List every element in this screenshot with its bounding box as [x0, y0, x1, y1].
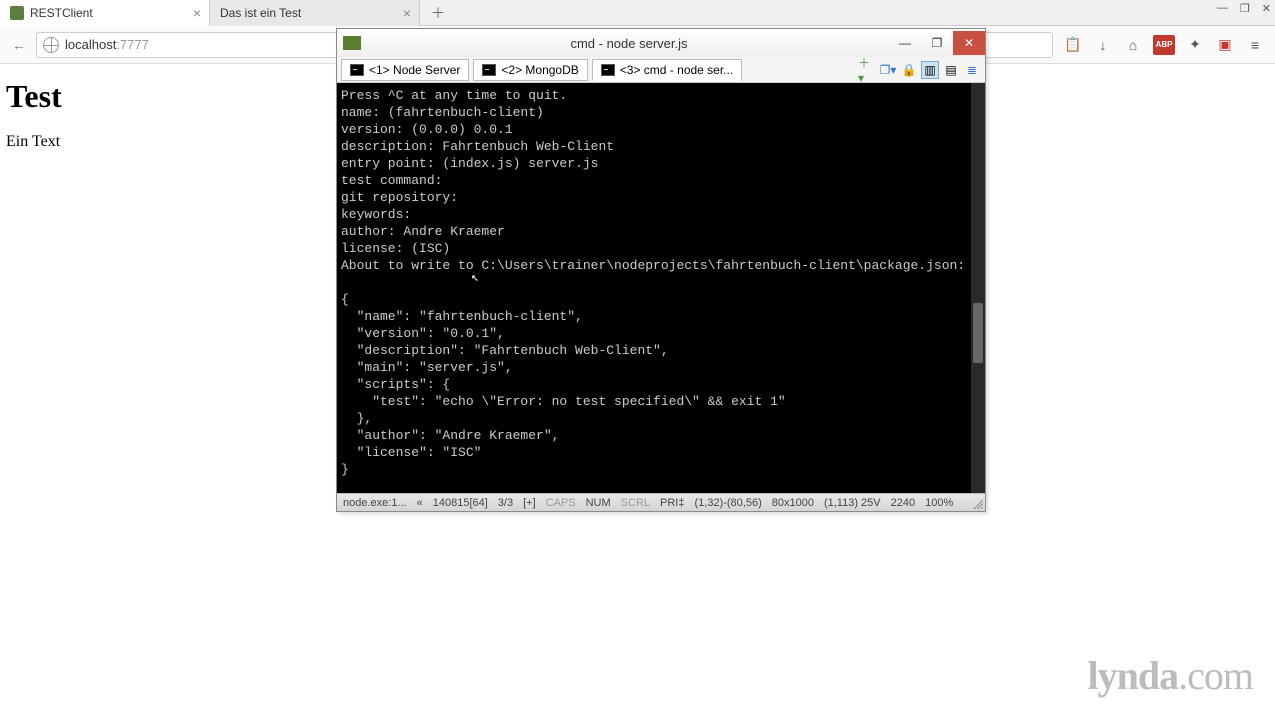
duplicate-button[interactable]: ❐▾ — [879, 61, 897, 79]
browser-toolbar: 📋 ↓ ⌂ ABP ✦ ▣ ≡ — [1059, 35, 1269, 55]
lynda-watermark: lynda.com — [1088, 652, 1253, 699]
status-zoom: 100% — [925, 497, 953, 509]
status-scrl: SCRL — [621, 497, 650, 509]
back-icon: ← — [12, 37, 26, 53]
url-text: localhost:7777 — [65, 37, 149, 52]
browser-tab-test[interactable]: Das ist ein Test × — [210, 0, 420, 26]
terminal-tab-strip: <1> Node Server <2> MongoDB <3> cmd - no… — [337, 57, 985, 83]
terminal-maximize-button[interactable]: ❐ — [921, 31, 953, 55]
menu-icon[interactable]: ≡ — [1245, 35, 1265, 55]
terminal-tab-label: <1> Node Server — [369, 63, 460, 77]
browser-tab-strip: RESTClient × Das ist ein Test × ＋ — ❐ ✕ — [0, 0, 1275, 26]
terminal-status-bar: node.exe:1... « 140815[64] 3/3 [+] CAPS … — [337, 493, 985, 511]
globe-icon — [43, 37, 59, 53]
terminal-toolbar: ＋▾ ❐▾ 🔒 ▥ ▤ ≣ — [858, 61, 981, 79]
split-h-icon[interactable]: ▤ — [942, 61, 960, 79]
status-position: (1,113) 25V — [824, 497, 881, 509]
status-chevron: « — [417, 497, 423, 509]
resize-grip[interactable] — [971, 497, 983, 509]
adblock-icon[interactable]: ABP — [1153, 35, 1175, 55]
window-minimize-button[interactable]: — — [1217, 2, 1228, 15]
wand-icon[interactable]: ✦ — [1185, 35, 1205, 55]
terminal-tab-3[interactable]: <3> cmd - node ser... — [592, 59, 742, 81]
cmd-icon — [350, 64, 364, 76]
terminal-title: cmd - node server.js — [369, 36, 889, 51]
window-close-button[interactable]: ✕ — [1262, 2, 1271, 15]
close-icon[interactable]: × — [193, 5, 201, 21]
close-icon[interactable]: × — [403, 5, 411, 21]
terminal-tab-1[interactable]: <1> Node Server — [341, 59, 469, 81]
status-time: 2240 — [891, 497, 915, 509]
terminal-scrollbar[interactable] — [971, 83, 985, 493]
cmd-icon — [482, 64, 496, 76]
lock-icon[interactable]: 🔒 — [900, 61, 918, 79]
status-selection: (1,32)-(80,56) — [694, 497, 761, 509]
watermark-brand: lynda — [1088, 653, 1179, 698]
terminal-close-button[interactable]: ✕ — [953, 31, 985, 55]
tab-label: RESTClient — [30, 6, 93, 20]
tab-label: Das ist ein Test — [220, 6, 301, 20]
status-dimensions: 80x1000 — [772, 497, 814, 509]
browser-tab-restclient[interactable]: RESTClient × — [0, 0, 210, 26]
terminal-output[interactable]: Press ^C at any time to quit. name: (fah… — [337, 83, 985, 493]
new-tab-button[interactable]: ＋ — [426, 3, 450, 23]
terminal-tab-label: <3> cmd - node ser... — [620, 63, 733, 77]
status-num: NUM — [586, 497, 611, 509]
status-caps: CAPS — [546, 497, 576, 509]
restclient-icon — [10, 6, 24, 20]
window-maximize-button[interactable]: ❐ — [1240, 2, 1250, 15]
terminal-window[interactable]: cmd - node server.js — ❐ ✕ <1> Node Serv… — [336, 28, 986, 512]
home-icon[interactable]: ⌂ — [1123, 35, 1143, 55]
watermark-suffix: .com — [1178, 653, 1253, 698]
status-buffer: 140815[64] — [433, 497, 488, 509]
download-icon[interactable]: ↓ — [1093, 35, 1113, 55]
terminal-tab-2[interactable]: <2> MongoDB — [473, 59, 587, 81]
status-proc: node.exe:1... — [343, 497, 407, 509]
new-console-button[interactable]: ＋▾ — [858, 61, 876, 79]
terminal-titlebar[interactable]: cmd - node server.js — ❐ ✕ — [337, 29, 985, 57]
terminal-app-icon — [343, 36, 361, 50]
list-icon[interactable]: ≣ — [963, 61, 981, 79]
status-fraction: 3/3 — [498, 497, 513, 509]
terminal-tab-label: <2> MongoDB — [501, 63, 578, 77]
terminal-minimize-button[interactable]: — — [889, 31, 921, 55]
mouse-cursor-icon: ↖ — [471, 269, 479, 283]
status-plus: [+] — [523, 497, 536, 509]
split-v-icon[interactable]: ▥ — [921, 61, 939, 79]
back-button[interactable]: ← — [6, 32, 32, 58]
window-controls: — ❐ ✕ — [1217, 2, 1271, 15]
pocket-icon[interactable]: ▣ — [1215, 35, 1235, 55]
clipboard-icon[interactable]: 📋 — [1063, 35, 1083, 55]
scrollbar-thumb[interactable] — [973, 303, 983, 363]
status-pri: PRI‡ — [660, 497, 684, 509]
cmd-icon — [601, 64, 615, 76]
